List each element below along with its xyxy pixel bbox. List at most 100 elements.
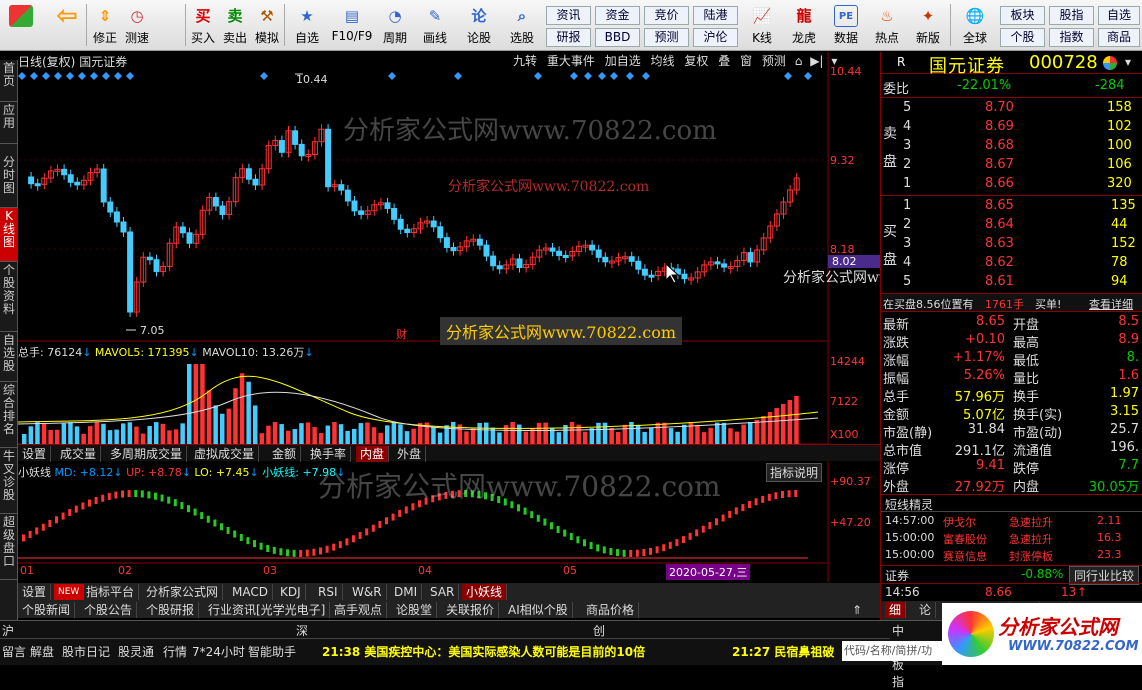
news-tab-stock-news[interactable]: 个股新闻 xyxy=(18,602,76,618)
news-24h-button[interactable]: 7*24小时 xyxy=(192,643,245,660)
index-button[interactable]: 指数 xyxy=(1049,28,1094,47)
f10-button[interactable]: ▤ F10/F9 xyxy=(328,2,376,49)
tab-detail[interactable]: 细 xyxy=(885,602,907,618)
buy-level-row[interactable]: 5 8.61 94 xyxy=(881,274,1142,292)
draw-line-button[interactable]: ✎ 画线 xyxy=(418,2,452,49)
ind-tab-settings[interactable]: 设置 xyxy=(18,584,52,600)
shanghai-london-button[interactable]: 沪伦 xyxy=(693,28,738,47)
tab-timeshare[interactable]: 分时图 xyxy=(0,154,18,208)
news-tab-related[interactable]: 关联报价 xyxy=(442,602,500,618)
sell-level-row[interactable]: 3 8.68 100 xyxy=(881,138,1142,156)
new-version-button[interactable]: ✦ 新版 xyxy=(911,2,945,49)
dragon-tiger-button[interactable]: 龍龙虎 xyxy=(787,2,821,49)
elf-row[interactable]: 15:00:00 富春股份 急速拉升 16.3 xyxy=(881,531,1142,549)
news-tab-industry[interactable]: 行业资讯[光学光电子] xyxy=(204,602,331,618)
custom-button[interactable]: 自选 xyxy=(1098,6,1140,25)
sh-market[interactable]: 沪 xyxy=(2,622,14,639)
sell-level-row[interactable]: 2 8.67 106 xyxy=(881,157,1142,175)
subtab-turnover[interactable]: 换手率 xyxy=(306,446,352,462)
buy-level-row[interactable]: 1 8.65 135 xyxy=(881,198,1142,216)
sell-button[interactable]: 卖卖出 xyxy=(220,2,250,49)
forum-button[interactable]: 论论股 xyxy=(462,2,496,49)
dropdown-arrow-icon[interactable]: ▾ xyxy=(1125,55,1131,69)
news-ticker-2[interactable]: 21:27 民宿鼻祖破 xyxy=(732,643,834,660)
ind-tab-sar[interactable]: SAR xyxy=(426,584,460,600)
msg-button[interactable]: 留言 xyxy=(2,643,26,660)
research-button[interactable]: 研报 xyxy=(546,28,591,47)
analysis-button[interactable]: 解盘 xyxy=(30,643,54,660)
back-button[interactable]: ⇦ xyxy=(50,2,84,49)
view-detail-link[interactable]: 查看详细 xyxy=(1089,296,1133,312)
subtab-virtual-volume[interactable]: 虚拟成交量 xyxy=(190,446,260,462)
tab-home[interactable]: 首页 xyxy=(0,60,18,102)
stock-select-button[interactable]: ⌕ 选股 xyxy=(505,2,539,49)
ind-tab-macd[interactable]: MACD xyxy=(228,584,273,600)
market-button[interactable]: 行情 xyxy=(163,643,187,660)
ind-tab-platform[interactable]: 指标平台 xyxy=(82,584,140,600)
news-tab-research[interactable]: 个股研报 xyxy=(142,602,200,618)
sz-market[interactable]: 深 xyxy=(296,622,308,639)
news-button[interactable]: 资讯 xyxy=(546,6,591,25)
diary-button[interactable]: 股市日记 xyxy=(62,643,110,660)
tab-kline[interactable]: K线图 xyxy=(0,208,18,262)
search-input[interactable]: 代码/名称/简拼/功 xyxy=(842,641,942,661)
tab-stock-info[interactable]: 个股资料 xyxy=(0,262,18,332)
pie-chart-icon[interactable] xyxy=(1103,56,1117,70)
kline-button[interactable]: 📈 K线 xyxy=(745,2,779,49)
global-button[interactable]: 🌐 全球 xyxy=(955,2,995,49)
tab-watchlist[interactable]: 自选股 xyxy=(0,332,18,382)
subtab-outer[interactable]: 外盘 xyxy=(393,446,427,462)
commodity-button[interactable]: 商品 xyxy=(1098,28,1140,47)
sell-level-row[interactable]: 5 8.70 158 xyxy=(881,100,1142,118)
speed-test-button[interactable]: ◷ 测速 xyxy=(122,2,152,49)
windows-grid-button[interactable] xyxy=(4,2,38,49)
tab-apps[interactable]: 应用 xyxy=(0,102,18,144)
subtab-multi-volume[interactable]: 多周期成交量 xyxy=(106,446,188,462)
ind-tab-kdj[interactable]: KDJ xyxy=(276,584,306,600)
ind-tab-xyx[interactable]: 小妖线 xyxy=(462,584,508,600)
data-button[interactable]: PE 数据 xyxy=(829,2,863,49)
buy-level-row[interactable]: 2 8.64 44 xyxy=(881,217,1142,235)
finance-marker[interactable]: 财 xyxy=(396,326,407,342)
gulingtong-button[interactable]: 股灵通 xyxy=(118,643,154,660)
chart-area[interactable]: 日线(复权) 国元证券 九转 重大事件 加自选 均线 复权 叠 窗 预测 ⌂ ▶… xyxy=(18,52,984,620)
funds-button[interactable]: 资金 xyxy=(595,6,640,25)
assistant-button[interactable]: 智能助手 xyxy=(248,643,296,660)
single-stock-button[interactable]: 个股 xyxy=(1000,28,1045,47)
sell-level-row[interactable]: 1 8.66 320 xyxy=(881,176,1142,194)
buy-button[interactable]: 买买入 xyxy=(188,2,218,49)
news-tab-forum[interactable]: 论股堂 xyxy=(392,602,438,618)
subtab-volume[interactable]: 成交量 xyxy=(56,446,102,462)
ind-tab-fxj[interactable]: 分析家公式网 xyxy=(142,584,224,600)
tab-ranking[interactable]: 综合排名 xyxy=(0,382,18,448)
hotspot-button[interactable]: ♨ 热点 xyxy=(870,2,904,49)
correct-button[interactable]: ⇕ 修正 xyxy=(90,2,120,49)
indicator-explain-button[interactable]: 指标说明 xyxy=(766,463,823,482)
tab-super-order[interactable]: 超级盘口 xyxy=(0,514,18,580)
news-tab-ai-similar[interactable]: AI相似个股 xyxy=(504,602,573,618)
cy-market[interactable]: 创 xyxy=(593,622,605,639)
sell-level-row[interactable]: 4 8.69 102 xyxy=(881,119,1142,137)
watchlist-button[interactable]: ★ 自选 xyxy=(288,2,326,49)
subtab-settings[interactable]: 设置 xyxy=(18,446,52,462)
news-tab-commodity[interactable]: 商品价格 xyxy=(582,602,640,618)
auction-button[interactable]: 竞价 xyxy=(644,6,689,25)
buy-level-row[interactable]: 4 8.62 78 xyxy=(881,255,1142,273)
elf-row[interactable]: 15:00:00 赛意信息 封涨停板 23.3 xyxy=(881,548,1142,566)
tab-diagnosis[interactable]: 牛叉诊股 xyxy=(0,448,18,514)
elf-row[interactable]: 14:57:00 伊戈尔 急速拉升 2.11 xyxy=(881,514,1142,532)
simulate-button[interactable]: ⚒ 模拟 xyxy=(252,2,282,49)
ind-tab-dmi[interactable]: DMI xyxy=(390,584,423,600)
tab-discuss[interactable]: 论 xyxy=(915,602,937,618)
ind-tab-rsi[interactable]: RSI xyxy=(314,584,343,600)
sector-button[interactable]: 板块 xyxy=(1000,6,1045,25)
hk-connect-button[interactable]: 陆港 xyxy=(693,6,738,25)
futures-index-button[interactable]: 股指 xyxy=(1049,6,1094,25)
news-tab-announcements[interactable]: 个股公告 xyxy=(80,602,138,618)
subtab-inner[interactable]: 内盘 xyxy=(356,446,390,462)
period-button[interactable]: ◔ 周期 xyxy=(378,2,412,49)
bbd-button[interactable]: BBD xyxy=(595,28,640,47)
news-ticker-1[interactable]: 21:38 美国疾控中心：美国实际感染人数可能是目前的10倍 xyxy=(322,643,645,660)
subtab-amount[interactable]: 金额 xyxy=(268,446,302,462)
news-tab-experts[interactable]: 高手观点 xyxy=(330,602,388,618)
